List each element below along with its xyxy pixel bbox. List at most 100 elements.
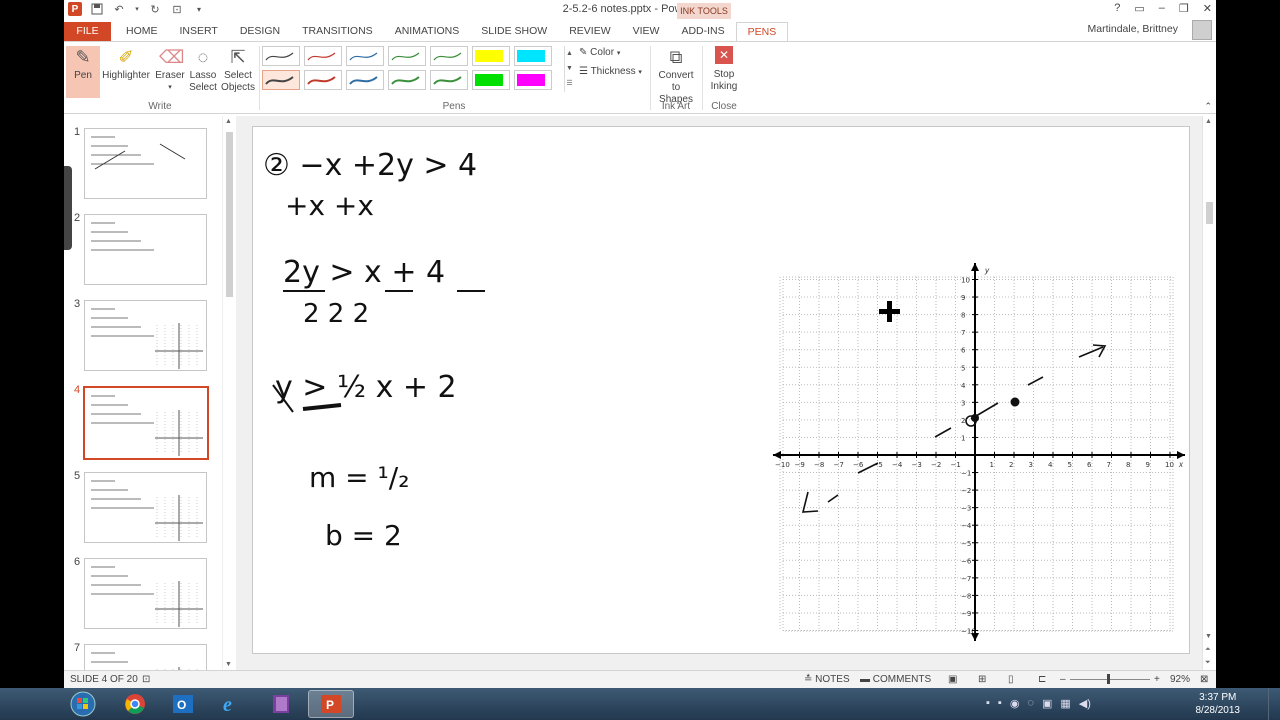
x-tick-label: −9 [795, 461, 805, 469]
scroll-up-icon[interactable]: ▲ [225, 118, 232, 125]
close-button[interactable]: ✕ [1203, 2, 1212, 15]
tab-slide-show[interactable]: SLIDE SHOW [470, 22, 558, 41]
pen-swatch[interactable] [346, 46, 384, 66]
scrollbar-thumb[interactable] [1206, 202, 1213, 224]
x-tick-label: 6 [1087, 461, 1092, 469]
tab-add-ins[interactable]: ADD-INS [670, 22, 735, 41]
zoom-level[interactable]: 92% [1170, 674, 1190, 685]
zoom-slider-thumb[interactable] [1107, 674, 1110, 684]
editor-scrollbar[interactable]: ▲ ▼ ⏶ ⏷ [1202, 116, 1216, 670]
comments-button[interactable]: ▬ COMMENTS [860, 674, 931, 685]
pen-swatch[interactable] [262, 70, 300, 90]
volume-icon[interactable]: ◀) [1079, 697, 1091, 710]
start-button[interactable] [66, 690, 100, 718]
tab-insert[interactable]: INSERT [169, 22, 229, 41]
lasso-select-button[interactable]: ◌ Lasso Select [188, 46, 218, 94]
next-slide-icon[interactable]: ⏷ [1205, 659, 1211, 667]
scrollbar-thumb[interactable] [226, 132, 233, 297]
eraser-button[interactable]: ⌫ Eraser ▾ [154, 46, 186, 94]
pen-swatch[interactable] [346, 70, 384, 90]
tab-animations[interactable]: ANIMATIONS [384, 22, 471, 41]
user-avatar[interactable] [1192, 20, 1212, 40]
highlighter-button[interactable]: ✐ Highlighter [102, 46, 150, 82]
current-slide[interactable]: ② −x +2y > 4 +x +x 2y > x + 4 2 2 2 y > … [252, 126, 1190, 654]
chrome-taskbar-button[interactable] [112, 690, 158, 718]
pen-swatch[interactable] [472, 70, 510, 90]
spellcheck-icon[interactable]: ⊡ [142, 674, 150, 685]
tab-transitions[interactable]: TRANSITIONS [291, 22, 384, 41]
slide-show-icon[interactable]: ⊏ [1038, 674, 1046, 685]
thumbnails-scrollbar[interactable]: ▲ ▼ [222, 116, 236, 670]
pen-swatch[interactable] [430, 70, 468, 90]
slide-number: 2 [74, 212, 81, 224]
stop-inking-button[interactable]: ✕ Stop Inking [706, 46, 742, 93]
y-tick-label: −3 [961, 505, 971, 513]
normal-view-icon[interactable]: ▣ [948, 674, 957, 685]
tab-pens[interactable]: PENS [735, 22, 789, 41]
convert-to-shapes-button[interactable]: ⧉ Convert to Shapes [654, 46, 698, 106]
pen-swatch[interactable] [388, 46, 426, 66]
onenote-taskbar-button[interactable] [258, 690, 304, 718]
y-tick-label: 8 [961, 312, 965, 320]
network-icon[interactable]: ▦ [1060, 697, 1070, 710]
fit-to-window-icon[interactable]: ⊠ [1200, 674, 1208, 685]
pen-swatch[interactable] [262, 46, 300, 66]
clock-date: 8/28/2013 [1195, 705, 1241, 716]
tray-icon[interactable]: ▪ [986, 697, 990, 710]
restore-button[interactable]: ❐ [1179, 2, 1189, 15]
slide-thumbnail[interactable] [84, 558, 207, 629]
slide-thumbnail[interactable] [83, 386, 209, 460]
taskbar-clock[interactable]: 3:37 PM 8/28/2013 [1196, 691, 1241, 717]
slide-sorter-icon[interactable]: ⊞ [978, 674, 986, 685]
scroll-down-icon[interactable]: ▼ [1205, 633, 1212, 640]
pane-resize-handle[interactable] [64, 166, 72, 250]
svg-text:O: O [177, 698, 186, 712]
outlook-taskbar-button[interactable]: O [160, 690, 206, 718]
thickness-button[interactable]: ☰ Thickness ▾ [579, 66, 642, 77]
select-objects-button[interactable]: ⇱ Select Objects [220, 46, 256, 94]
slide-thumbnail[interactable] [84, 128, 207, 199]
slide-thumbnail[interactable] [84, 644, 207, 670]
tray-icon[interactable]: ◌ [1027, 697, 1034, 710]
pen-swatch[interactable] [388, 70, 426, 90]
user-name[interactable]: Martindale, Brittney [1088, 23, 1178, 35]
show-desktop-button[interactable] [1268, 688, 1280, 720]
zoom-in-button[interactable]: + [1154, 674, 1160, 685]
tab-file[interactable]: FILE [64, 22, 111, 41]
tab-design[interactable]: DESIGN [229, 22, 291, 41]
svg-text:P: P [326, 698, 334, 712]
slide-thumbnail[interactable] [84, 300, 207, 371]
previous-slide-icon[interactable]: ⏶ [1205, 646, 1211, 654]
notes-button[interactable]: ≛ NOTES [804, 674, 850, 685]
help-button[interactable]: ? [1114, 2, 1120, 15]
slide-thumbnail[interactable] [84, 472, 207, 543]
pen-button[interactable]: ✎ Pen [66, 46, 100, 98]
powerpoint-taskbar-button[interactable]: P [308, 690, 354, 718]
tray-icon[interactable]: ◉ [1010, 697, 1020, 710]
pen-color-button[interactable]: ✎ Color ▾ [579, 47, 620, 58]
pen-color-icon: ✎ [579, 47, 588, 58]
internet-explorer-taskbar-button[interactable]: e [208, 690, 254, 718]
pen-swatch[interactable] [304, 46, 342, 66]
minimize-button[interactable]: – [1159, 2, 1165, 15]
pen-swatch[interactable] [514, 70, 552, 90]
scroll-up-icon[interactable]: ▲ [1205, 118, 1212, 125]
collapse-ribbon-button[interactable]: ⌃ [1204, 101, 1212, 112]
pen-swatch[interactable] [472, 46, 510, 66]
pen-swatch[interactable] [304, 70, 342, 90]
scroll-down-icon[interactable]: ▼ [225, 661, 232, 668]
reading-view-icon[interactable]: ▯ [1008, 674, 1014, 685]
tab-review[interactable]: REVIEW [558, 22, 621, 41]
tab-home[interactable]: HOME [115, 22, 169, 41]
x-tick-label: 7 [1107, 461, 1111, 469]
tab-view[interactable]: VIEW [622, 22, 671, 41]
ribbon-display-options-button[interactable]: ▭ [1134, 2, 1144, 15]
tray-icon[interactable]: ▣ [1042, 697, 1052, 710]
zoom-out-button[interactable]: – [1060, 674, 1066, 685]
zoom-slider[interactable] [1070, 674, 1150, 684]
pen-swatch[interactable] [514, 46, 552, 66]
pen-swatch[interactable] [430, 46, 468, 66]
gallery-scroll[interactable]: ▲ ▼ ☰ [564, 46, 574, 92]
slide-thumbnail[interactable] [84, 214, 207, 285]
tray-icon[interactable]: ▪ [998, 697, 1002, 710]
